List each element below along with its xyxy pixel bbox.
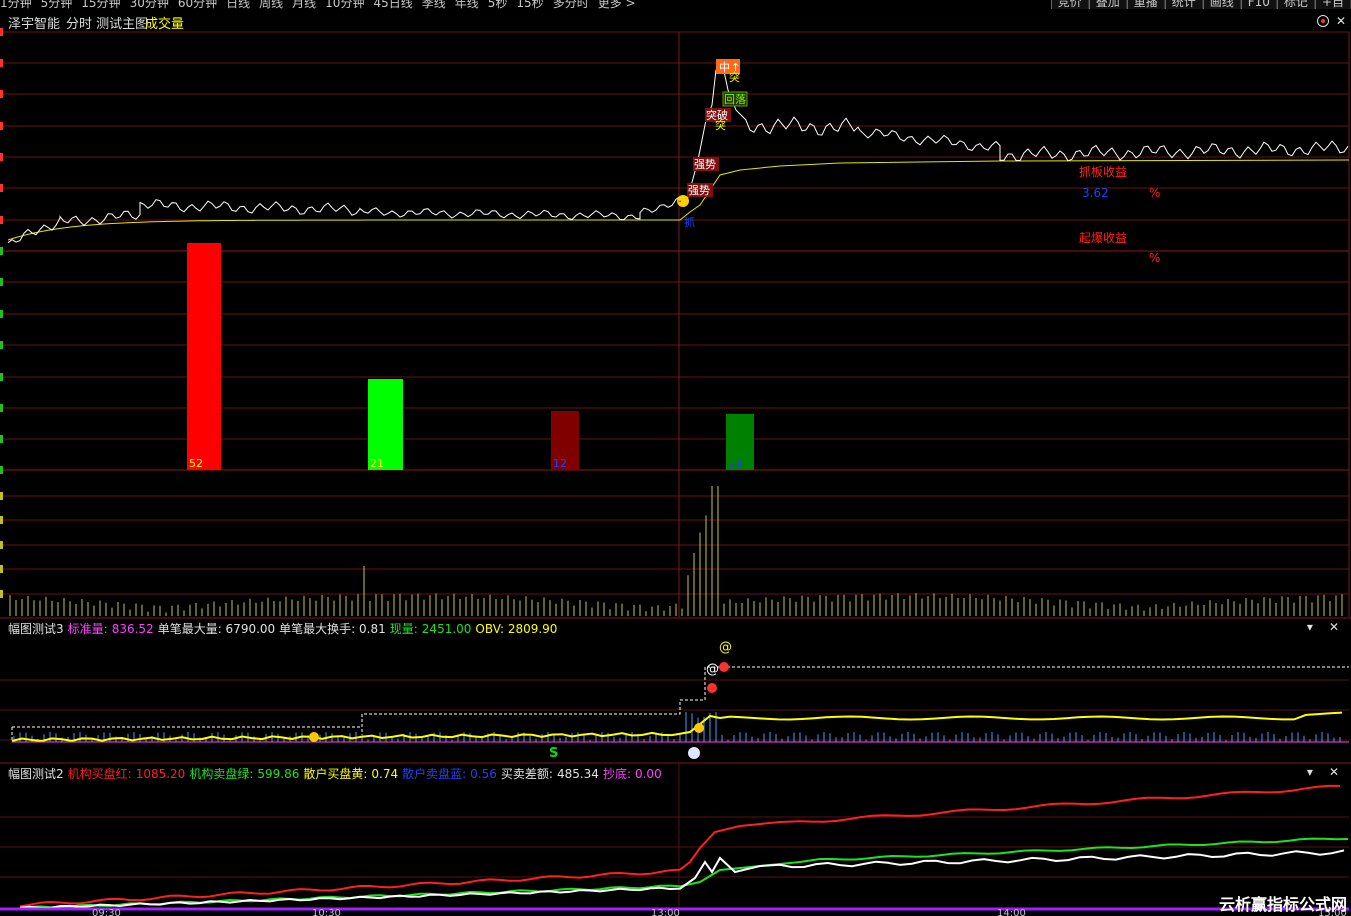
at-marker: @ — [719, 640, 732, 655]
tu-text: 突 — [729, 70, 740, 84]
axis-tick-mark — [0, 373, 3, 381]
axis-tick-mark — [0, 278, 3, 286]
axis-tick-mark — [0, 247, 3, 255]
zhuaban-label: 抓板收益 — [1079, 165, 1127, 179]
panel3-header: 幅图测试3 标准量: 836.52 单笔最大量: 6790.00 单笔最大换手: 0.8… — [0, 620, 1351, 636]
at-marker: @ — [706, 662, 719, 677]
panel2-name[interactable]: 幅图测试2 — [8, 767, 64, 781]
inst-sell-value: 599.86 — [257, 767, 300, 781]
signal-bar-label: 13 — [728, 457, 742, 470]
max-single-turnover: 单笔最大换手: 0.81 — [279, 622, 386, 636]
sad-face-icon — [719, 662, 729, 672]
axis-tick-mark — [0, 90, 3, 98]
axis-tick-mark — [0, 404, 3, 412]
panel3-controls: ▾ ✕ — [1295, 620, 1343, 634]
axis-tick-mark — [0, 28, 3, 36]
std-vol-value: 836.52 — [111, 622, 154, 636]
close-icon[interactable]: ✕ — [1329, 765, 1339, 779]
time-tick: 14:00 — [997, 908, 1026, 916]
inst-buy-value: 1085.20 — [135, 767, 186, 781]
face-icon — [688, 747, 700, 759]
inst-buy-label: 机构买盘红: — [67, 767, 132, 781]
chevron-down-icon[interactable]: ▾ — [1307, 765, 1313, 779]
cur-vol-value: 2451.00 — [421, 622, 472, 636]
axis-tick-mark — [0, 341, 3, 349]
retail-buy-label: 散户买盘黄: — [303, 767, 368, 781]
qiangshi-text-2: 强势 — [688, 184, 710, 197]
obv-value: OBV: 2809.90 — [475, 622, 558, 636]
bottom-label: 抄底: — [602, 767, 631, 781]
signal-bar — [187, 243, 221, 470]
retail-buy-value: 0.74 — [371, 767, 399, 781]
qiangshi-text-1: 强势 — [694, 158, 716, 171]
axis-tick-mark — [0, 541, 3, 549]
retail-sell-label: 散户卖盘蓝: — [402, 767, 467, 781]
zhuaban-pct: % — [1149, 186, 1160, 200]
diff-label: 买卖差额: — [500, 767, 553, 781]
axis-tick-mark — [0, 59, 3, 67]
std-vol-label: 标准量: — [67, 622, 108, 636]
axis-tick-mark — [0, 466, 3, 474]
inst-sell-line — [19, 837, 1349, 910]
axis-tick-mark — [0, 492, 3, 500]
s-marker: S — [549, 746, 558, 761]
axis-tick-mark — [0, 216, 3, 224]
axis-tick-mark — [0, 184, 3, 192]
qibao-pct: % — [1149, 251, 1160, 265]
max-single-volume: 单笔最大量: 6790.00 — [157, 622, 276, 636]
cur-vol-label: 现量: — [389, 622, 418, 636]
watermark: 云析赢指标公式网 — [1218, 895, 1347, 914]
volume-bars — [9, 486, 1343, 616]
tu2-text: 突 — [715, 118, 726, 132]
coin-icon — [309, 732, 319, 742]
panel2-header: 幅图测试2 机构买盘红: 1085.20 机构卖盘绿: 599.86 散户买盘黄: 0.74… — [0, 765, 1351, 781]
axis-tick-mark — [0, 122, 3, 130]
diff-value: 485.34 — [556, 767, 599, 781]
axis-tick-mark — [0, 435, 3, 443]
chevron-down-icon[interactable]: ▾ — [1307, 620, 1313, 634]
time-tick: 09:30 — [92, 908, 121, 916]
huiluo-text: 回落 — [724, 93, 746, 106]
inst-sell-label: 机构卖盘绿: — [189, 767, 254, 781]
qibao-label: 起爆收益 — [1079, 231, 1127, 245]
sad-face-icon — [707, 683, 717, 693]
panel3-obv-line — [11, 711, 1343, 743]
signal-annotations: 中 ↑ 突 回落 突破 突 强势 强势 ᵕ 抓 — [677, 59, 748, 229]
axis-tick-mark — [0, 516, 3, 524]
time-tick: 10:30 — [312, 908, 341, 916]
panel2-controls: ▾ ✕ — [1295, 765, 1343, 779]
axis-tick-mark — [0, 590, 3, 598]
signal-bar-label: 21 — [370, 457, 384, 470]
signal-bar-label: 12 — [553, 457, 567, 470]
time-tick: 13:00 — [651, 908, 680, 916]
bottom-value: 0.00 — [634, 767, 662, 781]
coin-icon — [694, 723, 704, 733]
axis-tick-mark — [0, 310, 3, 318]
panel3-name[interactable]: 幅图测试3 — [8, 622, 64, 636]
zhuaban-value: 3.62 — [1082, 186, 1109, 200]
diff-line — [19, 849, 1345, 909]
axis-tick-mark — [0, 153, 3, 161]
price-axis-ticks — [0, 28, 3, 598]
close-icon[interactable]: ✕ — [1329, 620, 1339, 634]
price-line — [7, 60, 1349, 244]
big-bars: 52 21 12 13 — [187, 243, 754, 470]
signal-bar-label: 52 — [189, 457, 203, 470]
zhuo-text: 抓 — [684, 215, 695, 229]
smile-face-glyph: ᵕ — [678, 198, 682, 208]
axis-tick-mark — [0, 565, 3, 573]
retail-sell-value: 0.56 — [470, 767, 497, 781]
panel3-dashed-level — [12, 666, 1349, 728]
